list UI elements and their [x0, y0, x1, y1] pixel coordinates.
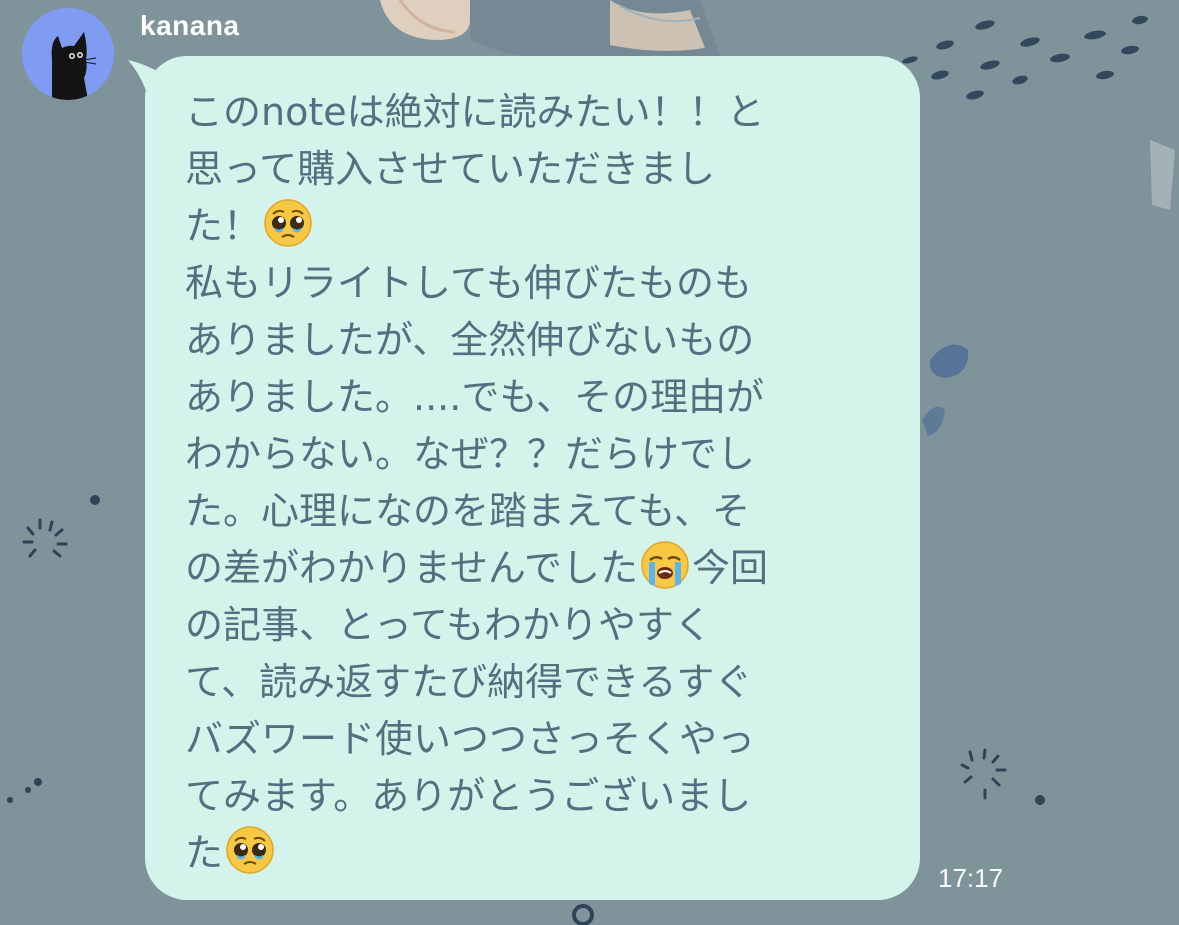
message-line: の差がわかりませんでした — [185, 546, 638, 590]
loudly-crying-face-emoji-icon — [641, 541, 689, 589]
black-cat-icon — [22, 8, 114, 100]
message-line: このnoteは絶対に読みたい！！と — [185, 90, 765, 134]
message-line: ありましたが、全然伸びないもの — [185, 318, 755, 362]
sender-name: kanana — [140, 10, 240, 41]
message-line: バズワード使いつつさっそくやっ — [185, 717, 756, 761]
message-line: の記事、とってもわかりやすく — [185, 603, 713, 647]
pleading-face-emoji-icon — [264, 199, 312, 247]
message-line: ありました。....でも、その理由が — [185, 375, 765, 419]
sender-avatar[interactable] — [22, 8, 114, 100]
message-line: てみます。ありがとうございまし — [185, 774, 752, 818]
message-line: た — [185, 831, 224, 875]
message-line: 思って購入させていただきまし — [185, 147, 716, 191]
message-bubble[interactable]: このnoteは絶対に読みたい！！と 思って購入させていただきまし た！ 私もリラ… — [145, 56, 920, 900]
message-text: このnoteは絶対に読みたい！！と 思って購入させていただきまし た！ 私もリラ… — [185, 84, 880, 882]
message-line: わからない。なぜ？？だらけでし — [185, 432, 756, 476]
message-line: た。心理になのを踏まえても、そ — [185, 489, 751, 533]
message-line: 今回 — [691, 546, 768, 590]
message-line: 私もリライトしても伸びたものも — [185, 261, 752, 305]
pleading-face-emoji-icon — [226, 826, 274, 874]
message-line: た！ — [185, 204, 262, 248]
message-line: て、読み返すたび納得できるすぐ — [185, 660, 753, 704]
message-timestamp: 17:17 — [938, 863, 1004, 893]
